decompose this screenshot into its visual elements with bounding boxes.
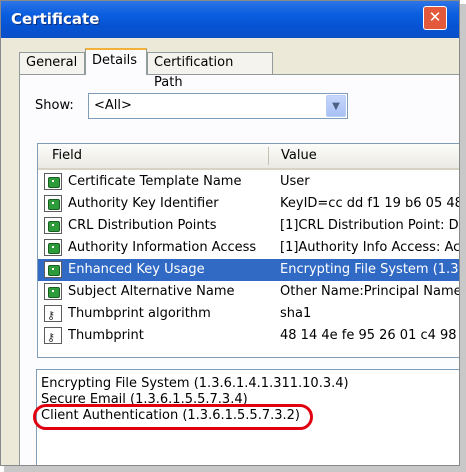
- tab-general[interactable]: General: [19, 52, 85, 74]
- key-property-icon: ⚷: [44, 327, 62, 344]
- column-divider[interactable]: [268, 147, 269, 165]
- close-button[interactable]: ✕: [423, 6, 447, 30]
- key-property-icon: ⚷: [44, 305, 62, 322]
- tab-certification-path[interactable]: Certification Path: [147, 52, 273, 90]
- list-item[interactable]: Certificate Template Name User: [38, 171, 459, 193]
- show-label: Show:: [35, 98, 74, 113]
- window-title: Certificate: [11, 10, 100, 28]
- title-bar[interactable]: Certificate ✕: [1, 1, 459, 38]
- highlight-annotation: [33, 404, 313, 430]
- list-item[interactable]: Authority Key Identifier KeyID=cc dd f1 …: [38, 193, 459, 215]
- cert-property-icon: [44, 173, 62, 190]
- show-dropdown-value: <All>: [94, 98, 132, 113]
- list-item-selected[interactable]: Enhanced Key Usage Encrypting File Syste…: [38, 259, 459, 281]
- certificate-dialog: Certificate ✕ General Details Certificat…: [0, 0, 460, 466]
- list-item[interactable]: ⚷ Thumbprint algorithm sha1: [38, 303, 459, 325]
- close-icon: ✕: [428, 8, 442, 26]
- column-header-value[interactable]: Value: [281, 148, 317, 163]
- tab-details[interactable]: Details: [85, 48, 147, 75]
- drop-shadow: [460, 4, 466, 472]
- list-item[interactable]: ⚷ Thumbprint 48 14 4e fe 95 26 01 c4 98 …: [38, 325, 459, 347]
- show-dropdown[interactable]: <All> ▼: [88, 93, 348, 119]
- cert-property-icon: [44, 217, 62, 234]
- list-item[interactable]: Subject Alternative Name Other Name:Prin…: [38, 281, 459, 303]
- list-item[interactable]: CRL Distribution Points [1]CRL Distribut…: [38, 215, 459, 237]
- cert-property-icon: [44, 195, 62, 212]
- cert-property-icon: [44, 283, 62, 300]
- cert-property-icon: [44, 239, 62, 256]
- cert-property-icon: [44, 261, 62, 278]
- list-header: Field Value: [38, 144, 459, 170]
- drop-shadow: [4, 466, 466, 472]
- fields-list[interactable]: Field Value Certificate Template Name Us…: [37, 143, 459, 358]
- detail-line-efs: Encrypting File System (1.3.6.1.4.1.311.…: [41, 376, 349, 391]
- list-item[interactable]: Authority Information Access [1]Authorit…: [38, 237, 459, 259]
- column-header-field[interactable]: Field: [52, 148, 82, 163]
- chevron-down-icon[interactable]: ▼: [326, 95, 346, 117]
